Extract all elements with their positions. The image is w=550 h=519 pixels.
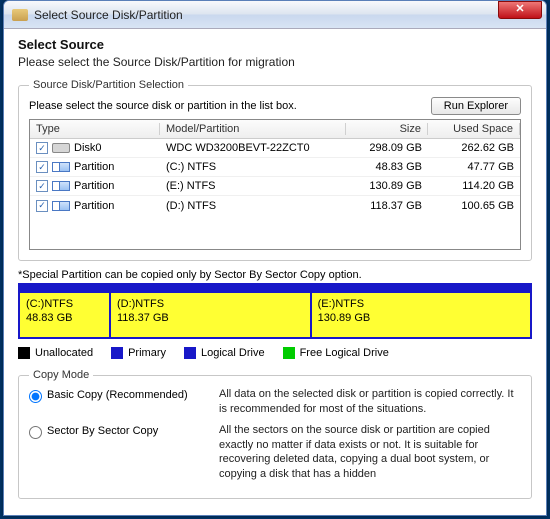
row-checkbox[interactable]: ✓ (36, 142, 48, 154)
table-header: Type Model/Partition Size Used Space (30, 120, 520, 139)
swatch-primary (111, 347, 123, 359)
special-partition-note: *Special Partition can be copied only by… (18, 269, 532, 281)
table-row[interactable]: ✓ Partition (E:) NTFS130.89 GB114.20 GB (30, 177, 520, 196)
legend-unallocated: Unallocated (35, 347, 93, 359)
titlebar: Select Source Disk/Partition ✕ (4, 1, 546, 29)
basic-copy-desc: All data on the selected disk or partiti… (219, 387, 521, 417)
row-model: (D:) NTFS (160, 200, 346, 212)
app-icon (12, 9, 28, 21)
segment-label: (C:)NTFS (26, 297, 103, 311)
col-size[interactable]: Size (346, 123, 428, 135)
partition-icon (52, 162, 70, 172)
segment-size: 130.89 GB (318, 311, 524, 325)
partition-table: Type Model/Partition Size Used Space ✓ Di… (29, 119, 521, 250)
basic-copy-radio[interactable] (29, 390, 42, 403)
sector-copy-desc: All the sectors on the source disk or pa… (219, 423, 521, 482)
basic-copy-option[interactable]: Basic Copy (Recommended) (29, 387, 209, 417)
partition-icon (52, 181, 70, 191)
page-heading: Select Source (18, 37, 532, 52)
col-model[interactable]: Model/Partition (160, 123, 346, 135)
row-checkbox[interactable]: ✓ (36, 180, 48, 192)
row-model: WDC WD3200BEVT-22ZCT0 (160, 142, 346, 154)
disk-map-segment[interactable]: (E:)NTFS130.89 GB (312, 293, 530, 337)
swatch-logical (184, 347, 196, 359)
row-model: (C:) NTFS (160, 161, 346, 173)
row-size: 48.83 GB (346, 161, 428, 173)
dialog-window: Select Source Disk/Partition ✕ Select So… (3, 0, 547, 516)
segment-label: (E:)NTFS (318, 297, 524, 311)
sector-copy-option[interactable]: Sector By Sector Copy (29, 423, 209, 482)
row-type: Partition (74, 161, 114, 173)
source-instruction: Please select the source disk or partiti… (29, 100, 431, 112)
segment-size: 48.83 GB (26, 311, 103, 325)
row-checkbox[interactable]: ✓ (36, 161, 48, 173)
segment-label: (D:)NTFS (117, 297, 304, 311)
basic-copy-label: Basic Copy (Recommended) (47, 389, 188, 401)
copy-mode-legend: Copy Mode (29, 369, 93, 381)
row-type: Disk0 (74, 142, 102, 154)
row-size: 298.09 GB (346, 142, 428, 154)
row-type: Partition (74, 200, 114, 212)
swatch-unallocated (18, 347, 30, 359)
row-type: Partition (74, 180, 114, 192)
window-title: Select Source Disk/Partition (34, 8, 498, 22)
row-used: 262.62 GB (428, 142, 520, 154)
disk-map: (C:)NTFS48.83 GB(D:)NTFS118.37 GB(E:)NTF… (18, 291, 532, 339)
table-row[interactable]: ✓ Partition (C:) NTFS48.83 GB47.77 GB (30, 158, 520, 177)
source-selection-group: Source Disk/Partition Selection Please s… (18, 79, 532, 261)
row-model: (E:) NTFS (160, 180, 346, 192)
row-size: 118.37 GB (346, 200, 428, 212)
legend-free: Free Logical Drive (300, 347, 389, 359)
sector-copy-radio[interactable] (29, 426, 42, 439)
close-button[interactable]: ✕ (498, 1, 542, 19)
table-row[interactable]: ✓ Partition (D:) NTFS118.37 GB100.65 GB (30, 196, 520, 215)
disk-map-segment[interactable]: (D:)NTFS118.37 GB (111, 293, 312, 337)
row-used: 47.77 GB (428, 161, 520, 173)
row-used: 114.20 GB (428, 180, 520, 192)
row-size: 130.89 GB (346, 180, 428, 192)
col-type[interactable]: Type (30, 123, 160, 135)
page-subheading: Please select the Source Disk/Partition … (18, 55, 532, 69)
legend-row: Unallocated Primary Logical Drive Free L… (18, 347, 532, 359)
source-legend: Source Disk/Partition Selection (29, 79, 188, 91)
swatch-free (283, 347, 295, 359)
disk-icon (52, 143, 70, 153)
row-used: 100.65 GB (428, 200, 520, 212)
sector-copy-label: Sector By Sector Copy (47, 425, 158, 437)
disk-map-segment[interactable]: (C:)NTFS48.83 GB (20, 293, 111, 337)
run-explorer-button[interactable]: Run Explorer (431, 97, 521, 115)
table-row[interactable]: ✓ Disk0 WDC WD3200BEVT-22ZCT0298.09 GB262.… (30, 139, 520, 158)
partition-icon (52, 201, 70, 211)
legend-primary: Primary (128, 347, 166, 359)
legend-logical: Logical Drive (201, 347, 265, 359)
copy-mode-group: Copy Mode Basic Copy (Recommended) All d… (18, 369, 532, 499)
row-checkbox[interactable]: ✓ (36, 200, 48, 212)
segment-size: 118.37 GB (117, 311, 304, 325)
col-used[interactable]: Used Space (428, 123, 520, 135)
